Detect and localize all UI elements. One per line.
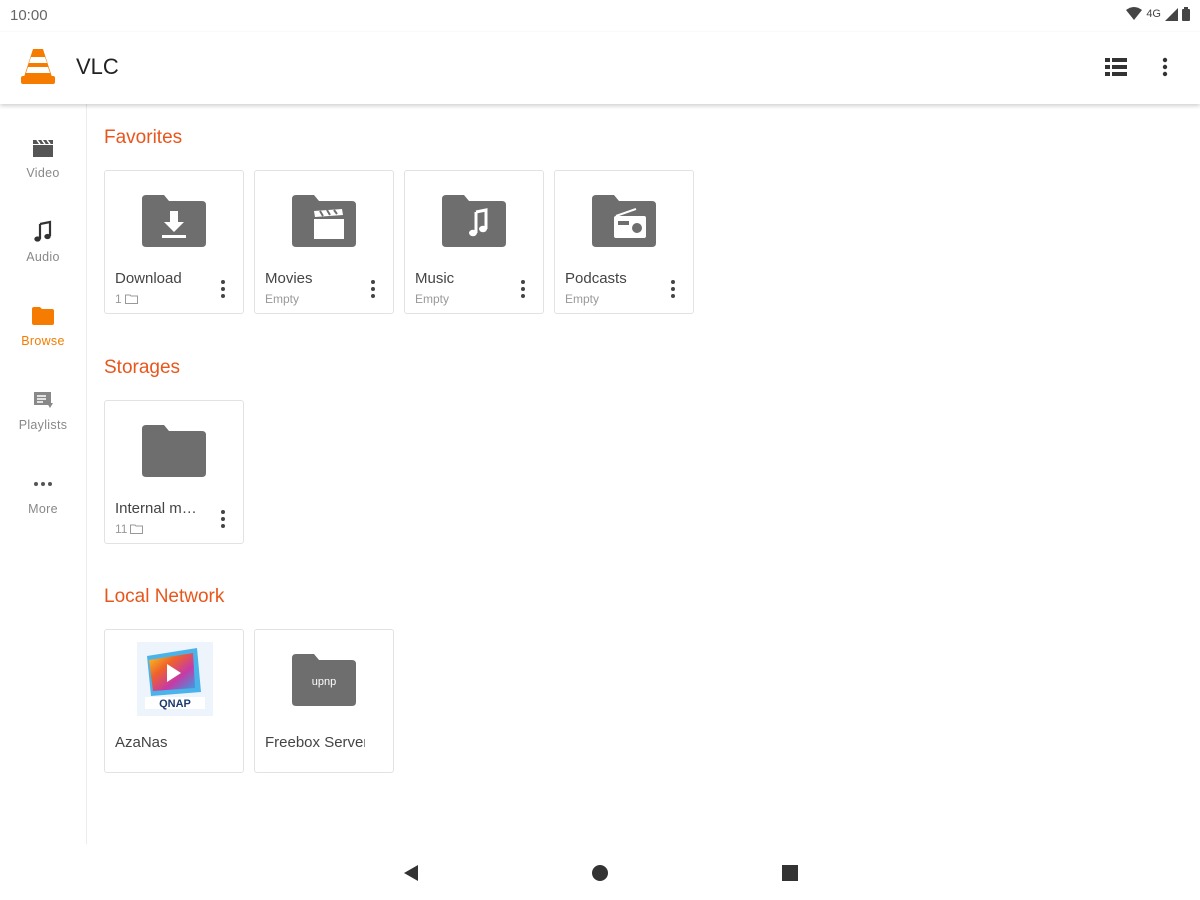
card-name: Download [115,270,182,287]
more-vert-icon [221,280,225,298]
card-subtitle: 11 [115,522,144,536]
nav-item-more[interactable]: More [0,450,86,522]
card-more-button[interactable] [213,277,233,301]
battery-icon [1182,7,1190,21]
list-view-icon [1105,58,1127,76]
status-bar: 10:00 4G [0,0,1200,32]
nav-label-playlists: Playlists [18,418,68,432]
folder-movie-icon [292,195,356,247]
back-icon [404,865,418,881]
card-name: Internal m… [115,500,197,517]
back-button[interactable] [396,858,426,888]
card-subtitle: Empty [415,292,450,306]
card-more-button[interactable] [363,277,383,301]
qnap-logo-text: QNAP [159,698,191,710]
network-card-freebox[interactable]: upnp Freebox Server [254,629,394,773]
recents-button[interactable] [775,858,805,888]
card-more-button[interactable] [213,507,233,531]
more-horiz-icon [34,482,52,486]
vlc-logo-icon [21,49,55,84]
favorite-card-download[interactable]: Download 1 [104,170,244,314]
folder-radio-icon [592,195,656,247]
section-title-storages: Storages [104,357,181,378]
favorite-card-podcasts[interactable]: Podcasts Empty [554,170,694,314]
network-type-label: 4G [1146,8,1161,20]
more-vert-icon [671,280,675,298]
status-time: 10:00 [10,7,48,24]
card-name: Movies [265,270,313,287]
card-name: Podcasts [565,270,627,287]
section-title-local-network: Local Network [104,586,225,607]
folder-icon [32,307,54,325]
system-nav-bar [0,844,1200,900]
card-more-button[interactable] [663,277,683,301]
card-subtitle: Empty [265,292,300,306]
playlist-icon [34,392,53,408]
upnp-folder-icon: upnp [292,654,356,706]
more-vert-icon [521,280,525,298]
nav-item-video[interactable]: Video [0,114,86,186]
home-button[interactable] [585,858,615,888]
status-icons: 4G [1126,7,1190,21]
home-icon [592,865,608,881]
music-note-icon [34,220,52,242]
wifi-icon [1126,7,1143,20]
card-name: Music [415,270,455,287]
card-subtitle: Empty [565,292,600,306]
list-view-button[interactable] [1100,52,1132,82]
nav-label-video: Video [26,166,60,180]
nav-item-playlists[interactable]: Playlists [0,366,86,438]
nav-item-audio[interactable]: Audio [0,198,86,270]
navigation-rail: Video Audio Browse Playlists More [0,104,87,844]
upnp-label: upnp [312,676,336,688]
card-name: Freebox Server [265,734,365,751]
recents-icon [782,865,798,881]
small-folder-icon [124,294,138,304]
card-count: 11 [115,522,128,536]
qnap-logo-icon: QNAP [137,642,213,716]
app-title: VLC [76,54,119,79]
section-title-favorites: Favorites [104,127,183,148]
favorite-card-movies[interactable]: Movies Empty [254,170,394,314]
card-count: 1 [115,292,122,306]
video-clapper-icon [33,139,53,157]
storage-card-internal[interactable]: Internal m… 11 [104,400,244,544]
card-name: AzaNas [115,734,168,751]
nav-item-browse[interactable]: Browse [0,282,86,354]
small-folder-icon [130,524,144,534]
folder-icon [142,425,206,477]
overflow-menu-icon [1162,57,1168,77]
app-bar: VLC [0,32,1200,104]
network-card-azanas[interactable]: QNAP AzaNas [104,629,244,773]
nav-label-browse: Browse [21,334,65,348]
more-vert-icon [221,510,225,528]
overflow-menu-button[interactable] [1150,52,1180,82]
nav-label-more: More [28,502,58,516]
card-more-button[interactable] [513,277,533,301]
signal-icon [1165,7,1178,21]
folder-download-icon [142,195,206,247]
nav-label-audio: Audio [26,250,60,264]
more-vert-icon [371,280,375,298]
card-subtitle: 1 [115,292,138,306]
folder-music-icon [442,195,506,247]
favorite-card-music[interactable]: Music Empty [404,170,544,314]
